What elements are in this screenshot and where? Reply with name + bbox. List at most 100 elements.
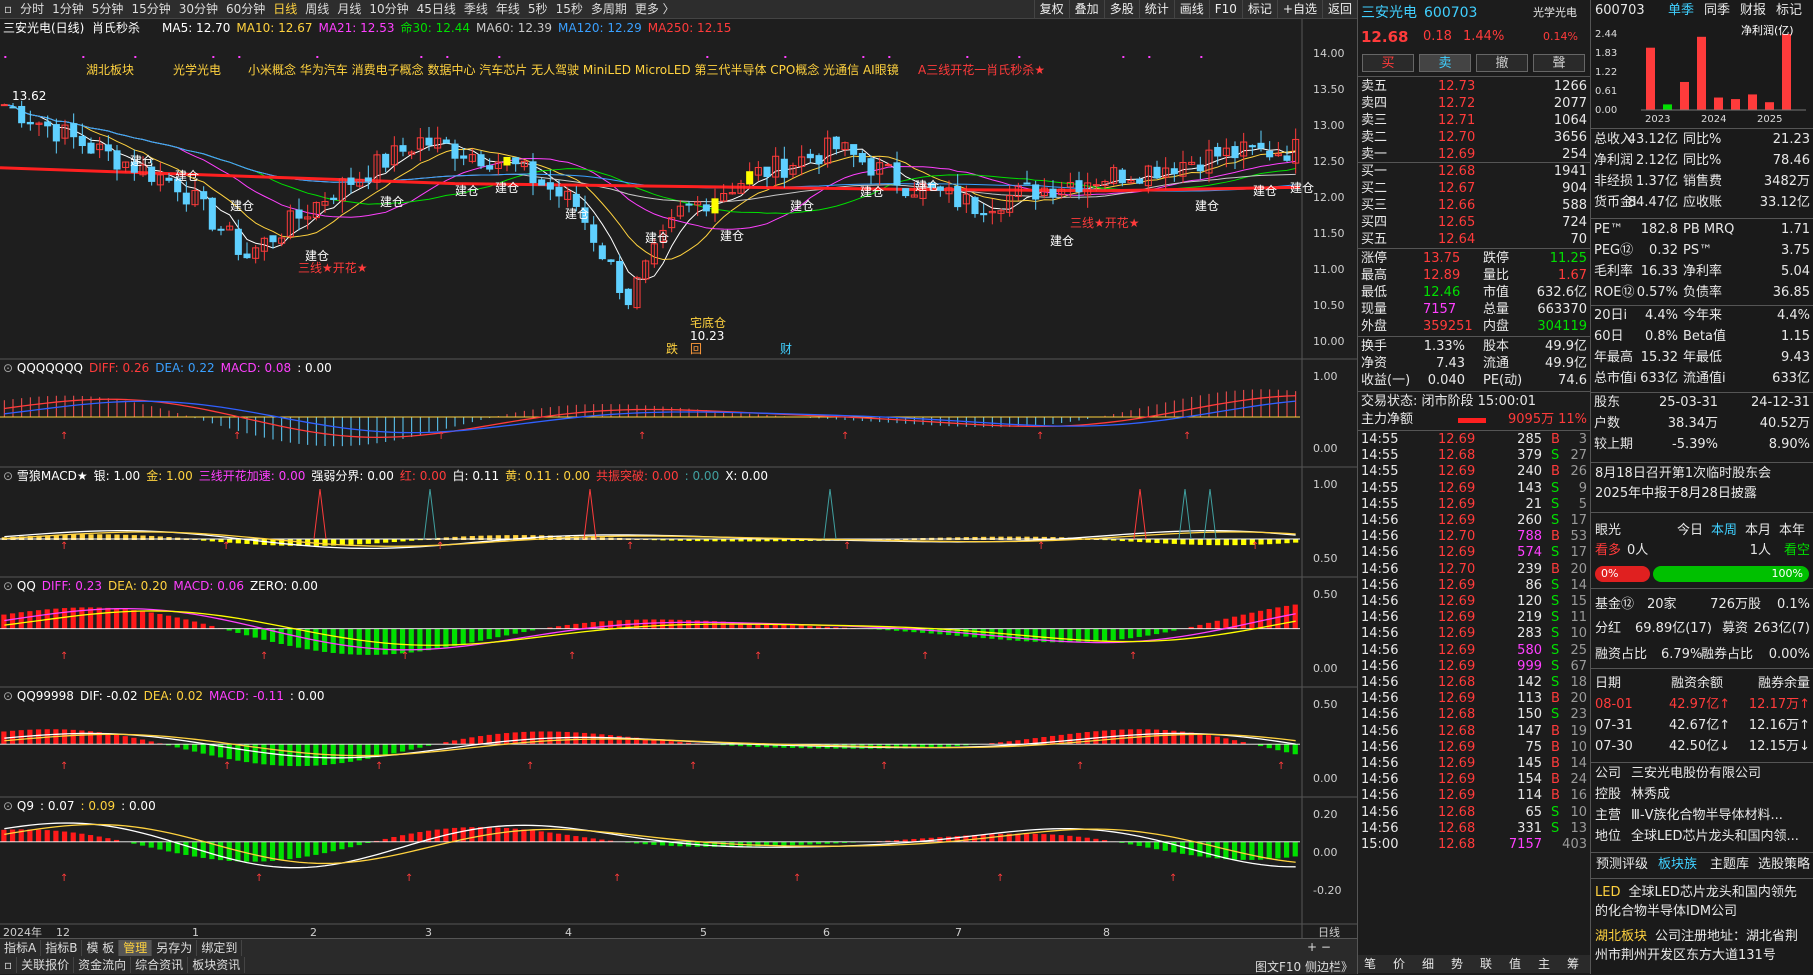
menu-toggle-icon[interactable]: ▫	[0, 0, 16, 19]
panel-toggle-icon[interactable]: ⊙	[3, 689, 17, 703]
tool-button[interactable]: 复权	[1034, 0, 1069, 19]
period-tab[interactable]: 30分钟	[175, 0, 222, 19]
f10-tab[interactable]: 财报	[1740, 2, 1766, 20]
news-item[interactable]: 8月18日召开第1次临时股东会	[1595, 465, 1771, 483]
detail-tab[interactable]: 笔	[1364, 955, 1376, 973]
indicator-tab[interactable]: 指标B	[41, 940, 82, 956]
level-price: 12.66	[1438, 197, 1475, 215]
eye-tab[interactable]: 本年	[1779, 522, 1805, 540]
led-tag[interactable]: LED	[1595, 885, 1620, 900]
period-tab[interactable]: 季线	[460, 0, 492, 19]
nav-arrows[interactable]: + −	[1307, 940, 1331, 954]
indicator-tab[interactable]: 管理	[119, 940, 152, 956]
tool-button[interactable]: 叠加	[1069, 0, 1104, 19]
period-tab[interactable]: 1分钟	[48, 0, 88, 19]
company-value[interactable]: 林秀成	[1631, 786, 1670, 804]
tool-button[interactable]: +自选	[1277, 0, 1322, 19]
indicator-axis-tick: -0.20	[1313, 885, 1357, 897]
info-tab[interactable]: 综合资讯	[131, 957, 188, 973]
indicator-tab[interactable]: 模 板	[82, 940, 119, 956]
f10-bottom-tab[interactable]: 预测评级	[1596, 856, 1648, 874]
concept-hubei[interactable]: 湖北板块	[86, 63, 134, 77]
panel-toggle-icon[interactable]: ⊙	[3, 361, 17, 375]
indicator-value: 强弱分界: 0.00	[311, 469, 394, 483]
indicator-tab[interactable]: 指标A	[0, 940, 41, 956]
f10-tab[interactable]: 单季	[1668, 2, 1694, 20]
period-tab[interactable]: 多周期	[587, 0, 631, 19]
period-tab[interactable]: 5秒	[524, 0, 552, 19]
kline-chart-area[interactable]: ↑↑↑↑↑↑↑↑↑↑↑↑↑↑↑↑↑↑↑↑↑↑↑↑↑↑↑↑↑↑↑↑↑↑↑↑ 三安光…	[0, 19, 1357, 939]
detail-tab[interactable]: 细	[1422, 955, 1434, 973]
sector-tag[interactable]: 光学光电	[1533, 4, 1577, 22]
period-tab[interactable]: 分时	[16, 0, 48, 19]
f10-bottom-tab[interactable]: 板块族	[1658, 856, 1697, 874]
histogram-bar	[1206, 623, 1211, 629]
period-tab[interactable]: 周线	[301, 0, 333, 19]
period-tab[interactable]: 更多 〉	[631, 0, 679, 19]
eye-tab[interactable]: 本月	[1745, 522, 1771, 540]
trade-button[interactable]: 卖	[1419, 54, 1471, 72]
f10-bottom-tab[interactable]: 主题库	[1710, 856, 1749, 874]
candle-body	[1232, 147, 1238, 158]
company-value[interactable]: 三安光电股份有限公司	[1631, 765, 1761, 783]
f10-tab[interactable]: 标记	[1776, 2, 1802, 20]
trade-button[interactable]: 聲	[1533, 54, 1585, 72]
hubei-tag[interactable]: 湖北板块	[1595, 929, 1647, 944]
company-value[interactable]: 全球LED芯片龙头和国内领...	[1631, 828, 1799, 846]
period-tab[interactable]: 45日线	[413, 0, 460, 19]
period-tab[interactable]: 15分钟	[127, 0, 174, 19]
info-tab[interactable]: 资金流向	[74, 957, 131, 973]
tool-button[interactable]: F10	[1209, 0, 1242, 19]
level-label: 卖五	[1361, 78, 1387, 96]
news-item[interactable]: 2025年中报于8月28日披露	[1595, 485, 1757, 503]
tool-button[interactable]: 统计	[1139, 0, 1174, 19]
period-tab[interactable]: 60分钟	[222, 0, 269, 19]
histogram-bar	[97, 837, 102, 842]
info-tab[interactable]: 关联报价	[17, 957, 74, 973]
trade-button[interactable]: 买	[1362, 54, 1414, 72]
eye-tab[interactable]: 本周	[1711, 522, 1737, 540]
margin-ratio-cell: 融券占比	[1701, 646, 1753, 664]
bull-bar: 0%	[1595, 566, 1650, 582]
period-tab[interactable]: 5分钟	[88, 0, 128, 19]
detail-tab[interactable]: 值	[1509, 955, 1521, 973]
detail-tab[interactable]: 筹	[1567, 955, 1579, 973]
tick-price: 12.70	[1438, 562, 1475, 578]
period-tab[interactable]: 月线	[333, 0, 365, 19]
detail-tab[interactable]: 价	[1393, 955, 1405, 973]
perf-value: 633亿	[1640, 370, 1678, 388]
period-tab[interactable]: 10分钟	[365, 0, 412, 19]
histogram-bar	[71, 730, 76, 744]
histogram-bar	[781, 625, 786, 629]
tool-button[interactable]: 画线	[1174, 0, 1209, 19]
expand-icon[interactable]: ▫	[0, 957, 17, 973]
indicator-header: ⊙ Q9: 0.07: 0.09: 0.00	[3, 799, 162, 813]
detail-tab[interactable]: 联	[1480, 955, 1492, 973]
concept-list[interactable]: 小米概念 华为汽车 消费电子概念 数据中心 汽车芯片 无人驾驶 MiniLED …	[248, 63, 899, 77]
tool-button[interactable]: 多股	[1104, 0, 1139, 19]
eye-tab[interactable]: 今日	[1677, 522, 1703, 540]
tool-button[interactable]: 标记	[1242, 0, 1277, 19]
f10-bottom-tab[interactable]: 选股策略	[1758, 856, 1810, 874]
indicator-tab[interactable]: 另存为	[152, 940, 197, 956]
concept-optics[interactable]: 光学光电	[173, 63, 221, 77]
panel-toggle-icon[interactable]: ⊙	[3, 799, 17, 813]
panel-toggle-icon[interactable]: ⊙	[3, 579, 17, 593]
trade-button[interactable]: 撤	[1476, 54, 1528, 72]
info-tab[interactable]: 板块资讯	[188, 957, 245, 973]
perf-label: 20日i	[1594, 307, 1627, 325]
period-tab[interactable]: 年线	[492, 0, 524, 19]
price-tick: 13.00	[1313, 120, 1357, 132]
tool-button[interactable]: 返回	[1322, 0, 1357, 19]
histogram-bar	[36, 610, 41, 629]
panel-toggle-icon[interactable]: ⊙	[3, 469, 17, 483]
period-tab[interactable]: 15秒	[552, 0, 587, 19]
company-value[interactable]: Ⅲ-Ⅴ族化合物半导体材料...	[1631, 807, 1783, 825]
period-tab[interactable]: 日线	[269, 0, 301, 19]
indicator-tab[interactable]: 绑定到	[197, 940, 242, 956]
detail-tab[interactable]: 主	[1538, 955, 1550, 973]
stat2-cell: 74.6	[1558, 372, 1587, 390]
sidebar-toggle[interactable]: 图文F10 侧边栏》	[1255, 958, 1353, 975]
f10-tab[interactable]: 同季	[1704, 2, 1730, 20]
detail-tab[interactable]: 势	[1451, 955, 1463, 973]
